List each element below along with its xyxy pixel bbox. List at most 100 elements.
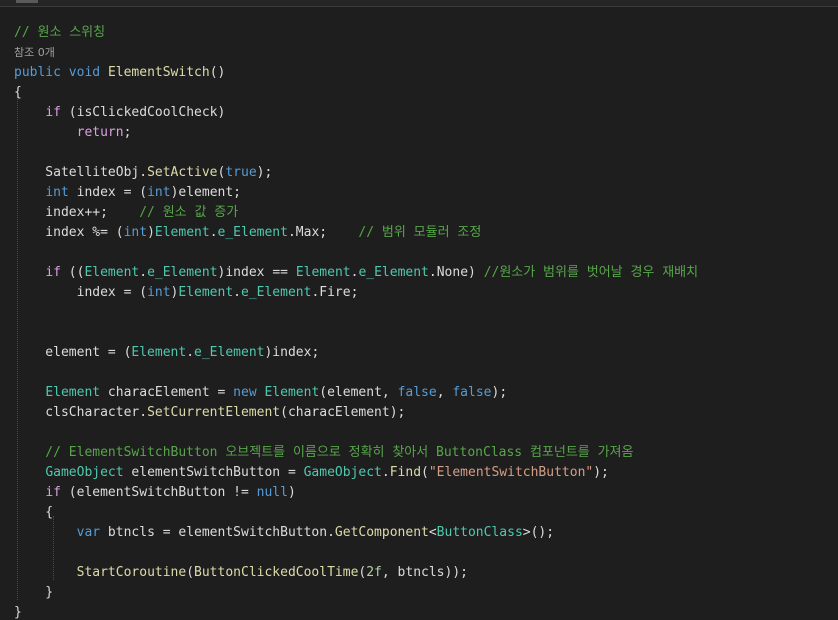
- code-token: .Fire;: [311, 285, 359, 300]
- code-token: element = (: [14, 345, 132, 360]
- code-token: void: [68, 65, 101, 80]
- code-token: e_Element: [147, 265, 218, 280]
- code-token: ): [147, 225, 155, 240]
- code-token: .: [233, 285, 241, 300]
- code-token: // 원소 스위칭: [14, 25, 106, 40]
- editor-top-bar: [0, 0, 838, 7]
- code-token: Element: [131, 345, 187, 360]
- code-token: <: [428, 525, 437, 540]
- editor-tab-stub[interactable]: [16, 0, 38, 3]
- code-line: index %= (int)Element.e_Element.Max; // …: [14, 223, 481, 243]
- code-token: Element: [295, 265, 351, 280]
- code-token: {: [14, 85, 22, 100]
- code-line: {: [14, 83, 22, 103]
- code-token: // ElementSwitchButton 오브젝트를 이름으로 정확히 찾아…: [14, 445, 634, 460]
- code-editor[interactable]: // 원소 스위칭참조 0개 public void ElementSwitch(…: [0, 0, 838, 620]
- code-token: GameObject: [303, 465, 382, 480]
- code-token: Find: [389, 465, 422, 480]
- code-token: ((: [60, 265, 85, 280]
- code-token: false: [452, 385, 492, 400]
- code-token: ButtonClass: [436, 525, 523, 540]
- code-token: ,: [436, 385, 453, 400]
- code-token: false: [397, 385, 437, 400]
- code-token: int: [147, 285, 171, 300]
- code-line: index = (int)Element.e_Element.Fire;: [14, 283, 359, 303]
- code-token: }: [14, 605, 22, 620]
- code-line: index++; // 원소 값 증가: [14, 203, 238, 223]
- code-line: SatelliteObj.SetActive(true);: [14, 163, 272, 183]
- code-token: SatelliteObj.: [14, 165, 148, 180]
- code-token: e_Element: [358, 265, 429, 280]
- code-token: (isClickedCoolCheck): [60, 105, 226, 120]
- code-token: )element;: [170, 185, 242, 200]
- code-token: null: [256, 485, 288, 500]
- code-token: e_Element: [217, 225, 288, 240]
- code-token: clsCharacter.: [14, 405, 148, 420]
- code-token: (: [186, 565, 195, 580]
- code-token: Element: [45, 385, 101, 400]
- codelens-reference-count[interactable]: 참조 0개: [14, 43, 55, 63]
- code-token: 참조 0개: [14, 46, 55, 59]
- code-token: var: [76, 525, 101, 540]
- code-line: if (elementSwitchButton != null): [14, 483, 295, 503]
- code-line: public void ElementSwitch(): [14, 63, 225, 83]
- code-token: "ElementSwitchButton": [428, 465, 594, 480]
- code-token: .None): [428, 265, 484, 280]
- code-line: if ((Element.e_Element)index == Element.…: [14, 263, 698, 283]
- code-token: if: [45, 105, 61, 120]
- code-token: );: [593, 465, 609, 480]
- code-token: GameObject: [45, 465, 124, 480]
- code-line: {: [14, 503, 53, 523]
- code-token: index = (: [14, 285, 148, 300]
- code-token: if: [45, 485, 61, 500]
- code-token: Element: [264, 385, 320, 400]
- code-token: // 범위 모듈러 조정: [358, 225, 482, 240]
- code-token: (: [421, 465, 429, 480]
- code-token: StartCoroutine: [76, 565, 187, 580]
- code-token: return: [76, 125, 124, 140]
- code-token: Element: [178, 285, 234, 300]
- code-token: .Max;: [287, 225, 359, 240]
- code-line: StartCoroutine(ButtonClickedCoolTime(2f,…: [14, 563, 468, 583]
- code-token: true: [225, 165, 257, 180]
- code-token: GetComponent: [334, 525, 429, 540]
- code-line: }: [14, 583, 53, 603]
- code-token: );: [256, 165, 273, 180]
- code-line: }: [14, 603, 22, 620]
- code-token: e_Element: [241, 285, 312, 300]
- code-token: SetCurrentElement: [147, 405, 281, 420]
- code-line: clsCharacter.SetCurrentElement(characEle…: [14, 403, 405, 423]
- code-token: )index ==: [217, 265, 296, 280]
- code-token: index = (: [68, 185, 148, 200]
- code-token: //원소가 범위를 벗어날 경우 재배치: [483, 265, 699, 280]
- code-line: // 원소 스위칭: [14, 23, 105, 43]
- code-token: }: [14, 585, 54, 600]
- code-token: if: [45, 265, 61, 280]
- code-token: (elementSwitchButton !=: [60, 485, 257, 500]
- code-line: return;: [14, 123, 132, 143]
- code-line: element = (Element.e_Element)index;: [14, 343, 319, 363]
- code-token: >();: [522, 525, 555, 540]
- code-token: ButtonClickedCoolTime: [194, 565, 359, 580]
- code-token: new: [233, 385, 257, 400]
- code-token: int: [123, 225, 148, 240]
- code-token: (element,: [319, 385, 398, 400]
- code-line: if (isClickedCoolCheck): [14, 103, 225, 123]
- code-token: ElementSwitch: [107, 65, 210, 80]
- code-token: btncls = elementSwitchButton.: [100, 525, 335, 540]
- code-token: .: [186, 345, 195, 360]
- code-token: .: [381, 465, 390, 480]
- code-token: SetActive: [147, 165, 218, 180]
- code-token: Element: [154, 225, 210, 240]
- code-line: Element characElement = new Element(elem…: [14, 383, 507, 403]
- code-token: // 원소 값 증가: [139, 205, 239, 220]
- code-line: // ElementSwitchButton 오브젝트를 이름으로 정확히 찾아…: [14, 443, 633, 463]
